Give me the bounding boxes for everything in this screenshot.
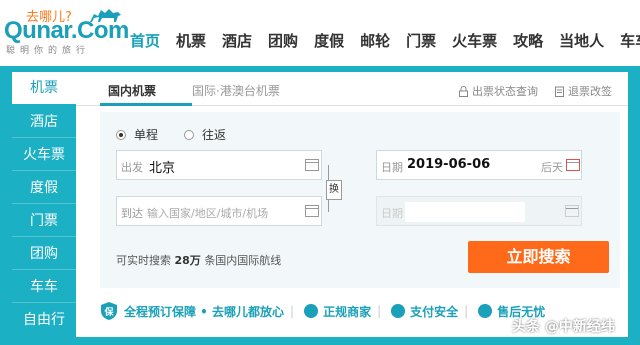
date-label: 日期	[381, 161, 403, 174]
nav-locals[interactable]: 当地人	[559, 30, 604, 54]
nav-vacation[interactable]: 度假	[314, 30, 344, 54]
category-sidebar: 机票 酒店 火车票 度假 门票 团购 车车 自由行	[12, 72, 76, 337]
departure-field[interactable]: 出发 北京	[116, 150, 322, 180]
guarantee-main-label: 全程预订保障 • 去哪儿都放心	[124, 304, 285, 319]
aftersale-icon	[478, 304, 493, 318]
shield-icon: 保	[101, 302, 117, 320]
logo-wordmark: Qunar.Com	[4, 17, 129, 44]
departure-label: 出发	[121, 161, 143, 174]
city-picker-icon[interactable]	[305, 205, 319, 217]
sidebar-item-flights[interactable]: 机票	[12, 72, 76, 104]
nav-hotels[interactable]: 酒店	[222, 30, 252, 54]
route-count-info: 可实时搜索 28万 条国内国际航线	[116, 252, 281, 268]
site-header: 去哪儿? Qunar.Com 聪明你的旅行 首页 机票 酒店 团购 度假 邮轮 …	[0, 0, 640, 62]
guarantee-merchant[interactable]: 正规商家 |	[304, 303, 381, 320]
sidebar-item-hotels[interactable]: 酒店	[12, 106, 76, 138]
swap-cities-button[interactable]: 换	[326, 180, 342, 200]
nav-train[interactable]: 火车票	[452, 30, 497, 54]
watermark: 头条 @中新经纬	[512, 319, 615, 335]
divider: |	[290, 304, 295, 318]
search-button[interactable]: 立即搜索	[468, 241, 609, 273]
qunar-logo[interactable]: 去哪儿? Qunar.Com 聪明你的旅行	[4, 4, 129, 56]
trip-type-selector: 单程 往返	[116, 126, 252, 143]
roundtrip-radio[interactable]	[184, 129, 195, 140]
sidebar-item-vacation[interactable]: 度假	[12, 172, 76, 204]
arrival-field[interactable]: 到达 输入国家/地区/城市/机场	[116, 196, 322, 226]
swap-connector-bottom	[328, 200, 329, 212]
info-prefix: 可实时搜索	[116, 254, 171, 267]
date-relative-label: 后天	[541, 161, 563, 174]
sidebar-item-car[interactable]: 车车	[12, 271, 76, 303]
guarantee-main[interactable]: 保 全程预订保障 • 去哪儿都放心 |	[100, 301, 294, 321]
oneway-label[interactable]: 单程	[134, 126, 158, 143]
calendar-icon	[565, 205, 579, 217]
lock-icon	[459, 85, 468, 97]
sidebar-item-train[interactable]: 火车票	[12, 139, 76, 171]
return-date-field: 日期	[376, 196, 582, 226]
return-date-label: 日期	[381, 207, 403, 220]
guarantee-merchant-label: 正规商家	[323, 304, 372, 319]
roundtrip-label[interactable]: 往返	[202, 126, 226, 143]
departure-date-field[interactable]: 日期 2019-06-06 后天	[376, 150, 582, 180]
date-value: 2019-06-06	[407, 157, 491, 172]
divider: |	[377, 304, 382, 318]
divider: |	[464, 304, 469, 318]
swap-connector-top	[328, 165, 329, 180]
verified-merchant-icon	[304, 304, 319, 318]
ticket-status-link[interactable]: 出票状态查询	[458, 83, 538, 99]
departure-value: 北京	[149, 161, 176, 176]
nav-home[interactable]: 首页	[130, 30, 160, 54]
sidebar-item-tickets[interactable]: 门票	[12, 205, 76, 237]
guarantee-payment-label: 支付安全	[410, 304, 459, 319]
svg-text:保: 保	[103, 306, 114, 318]
calendar-icon[interactable]	[566, 159, 580, 171]
nav-tickets[interactable]: 门票	[406, 30, 436, 54]
refund-change-link[interactable]: 退票改签	[554, 83, 612, 99]
nav-group-buy[interactable]: 团购	[268, 30, 298, 54]
sidebar-item-free-travel[interactable]: 自由行	[12, 304, 76, 336]
return-date-input	[405, 202, 525, 222]
logo-slogan: 聪明你的旅行	[6, 46, 91, 56]
oneway-radio[interactable]	[116, 129, 126, 140]
document-icon	[555, 86, 564, 97]
tab-domestic-flights[interactable]: 国内机票	[108, 82, 156, 99]
arrival-placeholder: 输入国家/地区/城市/机场	[147, 207, 269, 220]
city-picker-icon[interactable]	[305, 159, 319, 171]
route-count: 28万	[174, 254, 201, 267]
tab-international-flights[interactable]: 国际·港澳台机票	[192, 82, 280, 99]
nav-guides[interactable]: 攻略	[513, 30, 543, 54]
sidebar-item-group-buy[interactable]: 团购	[12, 238, 76, 270]
guarantee-payment[interactable]: 支付安全 |	[391, 303, 468, 320]
main-nav: 首页 机票 酒店 团购 度假 邮轮 门票 火车票 攻略 当地人 车车	[130, 30, 640, 54]
nav-car[interactable]: 车车	[620, 30, 640, 54]
nav-cruise[interactable]: 邮轮	[360, 30, 390, 54]
flight-tabs: 国内机票 国际·港澳台机票 出票状态查询 退票改签	[76, 72, 628, 106]
arrival-label: 到达	[121, 207, 143, 220]
active-tab-indicator	[100, 103, 192, 106]
nav-flights[interactable]: 机票	[176, 30, 206, 54]
info-suffix: 条国内国际航线	[204, 254, 282, 267]
secure-payment-icon	[391, 304, 406, 318]
ticket-status-label: 出票状态查询	[472, 85, 538, 98]
refund-change-label: 退票改签	[568, 85, 612, 98]
